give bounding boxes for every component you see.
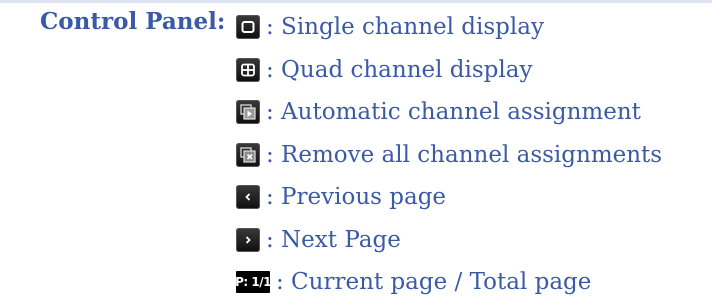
auto-assign-icon	[236, 100, 260, 125]
auto-assign-label: : Automatic channel assignment	[266, 99, 641, 126]
remove-assign-label: : Remove all channel assignments	[266, 141, 663, 168]
quad-channel-label: : Quad channel display	[266, 56, 533, 83]
list-item-previous-page: : Previous page	[236, 176, 706, 219]
previous-page-label: : Previous page	[266, 184, 447, 211]
list-item-single-channel: : Single channel display	[236, 6, 706, 49]
chevron-right-icon	[236, 227, 260, 252]
list-item-auto-assign: : Automatic channel assignment	[236, 91, 706, 134]
current-page-label: : Current page / Total page	[276, 269, 592, 296]
top-strip	[0, 0, 712, 3]
chevron-left-icon	[236, 185, 260, 210]
single-channel-icon	[236, 15, 260, 40]
control-panel-heading: Control Panel:	[40, 8, 226, 35]
remove-assign-icon	[236, 142, 260, 167]
list-item-current-page: P: 1/1 : Current page / Total page	[235, 261, 706, 304]
next-page-label: : Next Page	[266, 226, 401, 253]
list-item-next-page: : Next Page	[236, 219, 706, 262]
control-panel-list: : Single channel display : Quad channel …	[235, 6, 706, 304]
list-item-quad-channel: : Quad channel display	[236, 49, 706, 92]
quad-channel-icon	[236, 57, 260, 82]
page-indicator-icon: P: 1/1	[235, 271, 271, 294]
list-item-remove-assign: : Remove all channel assignments	[236, 134, 706, 177]
single-channel-label: : Single channel display	[266, 14, 544, 41]
